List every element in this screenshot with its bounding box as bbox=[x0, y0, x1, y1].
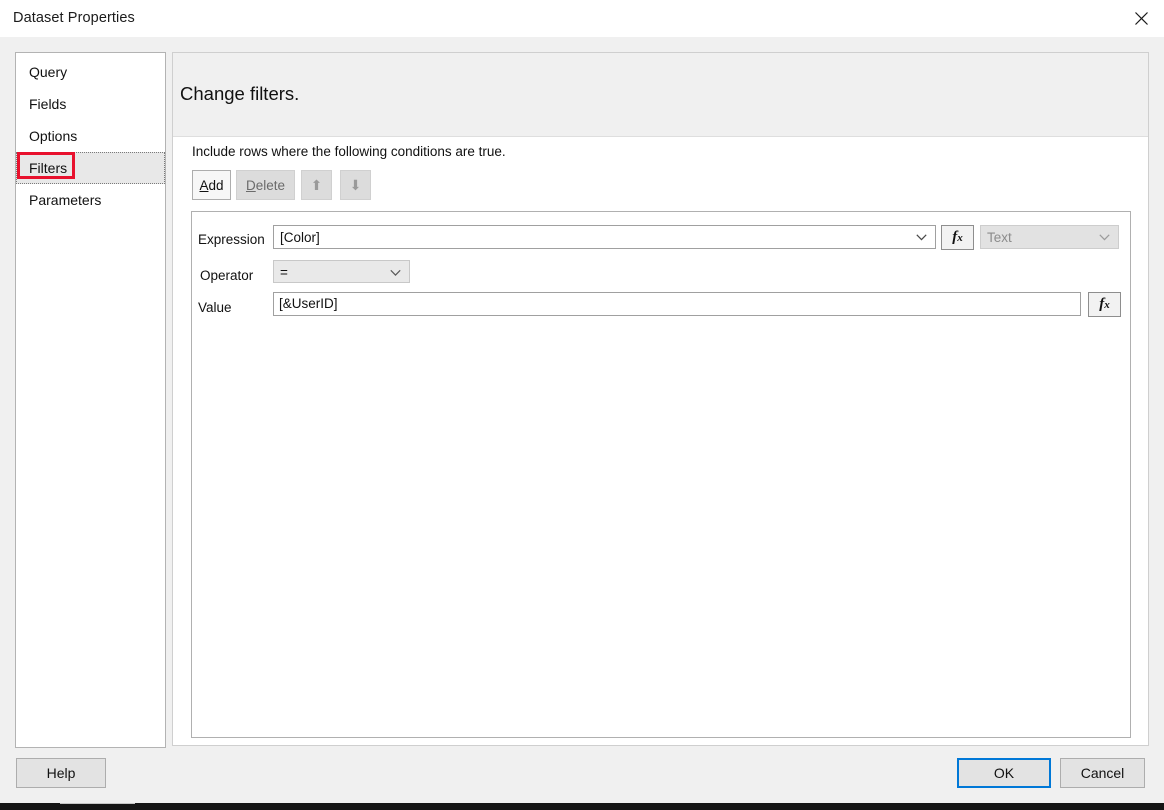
title-bar: Dataset Properties bbox=[0, 0, 1164, 37]
chevron-down-icon bbox=[390, 260, 401, 283]
filter-conditions-panel bbox=[191, 211, 1131, 738]
sidebar-item-label: Parameters bbox=[29, 192, 101, 208]
delete-label-rest: elete bbox=[256, 178, 285, 193]
datatype-combobox[interactable]: Text bbox=[980, 225, 1119, 249]
move-down-button[interactable]: ⬇ bbox=[340, 170, 371, 200]
dataset-properties-dialog: Dataset Properties Query Fields Options … bbox=[0, 0, 1164, 803]
expression-combobox[interactable]: [Color] bbox=[273, 225, 936, 249]
sidebar-item-label: Filters bbox=[29, 160, 67, 176]
close-icon[interactable] bbox=[1118, 0, 1164, 36]
chevron-down-icon bbox=[1099, 225, 1110, 249]
sidebar-item-label: Query bbox=[29, 64, 67, 80]
sidebar-item-label: Options bbox=[29, 128, 77, 144]
expression-label: Expression bbox=[198, 232, 265, 247]
chevron-down-icon bbox=[916, 225, 927, 249]
ok-button[interactable]: OK bbox=[957, 758, 1051, 788]
value-input[interactable]: [&UserID] bbox=[273, 292, 1081, 316]
sidebar-item-parameters[interactable]: Parameters bbox=[16, 184, 165, 216]
fx-icon: fx bbox=[1099, 296, 1110, 313]
datatype-value: Text bbox=[987, 226, 1012, 250]
delete-button[interactable]: Delete bbox=[236, 170, 295, 200]
sidebar-item-filters[interactable]: Filters bbox=[16, 152, 165, 184]
fx-icon: fx bbox=[952, 229, 963, 246]
value-expression-button[interactable]: fx bbox=[1088, 292, 1121, 317]
help-button[interactable]: Help bbox=[16, 758, 106, 788]
operator-label: Operator bbox=[200, 268, 253, 283]
add-label-rest: dd bbox=[208, 178, 223, 193]
page-title: Change filters. bbox=[180, 83, 299, 105]
arrow-down-icon: ⬇ bbox=[350, 178, 362, 192]
pane-header: Change filters. bbox=[173, 53, 1148, 137]
move-up-button[interactable]: ⬆ bbox=[301, 170, 332, 200]
arrow-up-icon: ⬆ bbox=[311, 178, 323, 192]
expression-expression-button[interactable]: fx bbox=[941, 225, 974, 250]
window-title: Dataset Properties bbox=[13, 10, 135, 26]
sidebar-item-label: Fields bbox=[29, 96, 66, 112]
sidebar-item-query[interactable]: Query bbox=[16, 56, 165, 88]
add-button[interactable]: Add bbox=[192, 170, 231, 200]
sidebar-item-fields[interactable]: Fields bbox=[16, 88, 165, 120]
instruction-text: Include rows where the following conditi… bbox=[192, 144, 506, 159]
cancel-button[interactable]: Cancel bbox=[1060, 758, 1145, 788]
operator-value: = bbox=[280, 261, 288, 284]
value-label: Value bbox=[198, 300, 232, 315]
expression-value: [Color] bbox=[280, 226, 320, 250]
settings-category-list[interactable]: Query Fields Options Filters Parameters bbox=[15, 52, 166, 748]
delete-accesskey: D bbox=[246, 178, 256, 193]
operator-combobox[interactable]: = bbox=[273, 260, 410, 283]
sidebar-item-options[interactable]: Options bbox=[16, 120, 165, 152]
desktop-taskbar-strip bbox=[0, 802, 1164, 810]
